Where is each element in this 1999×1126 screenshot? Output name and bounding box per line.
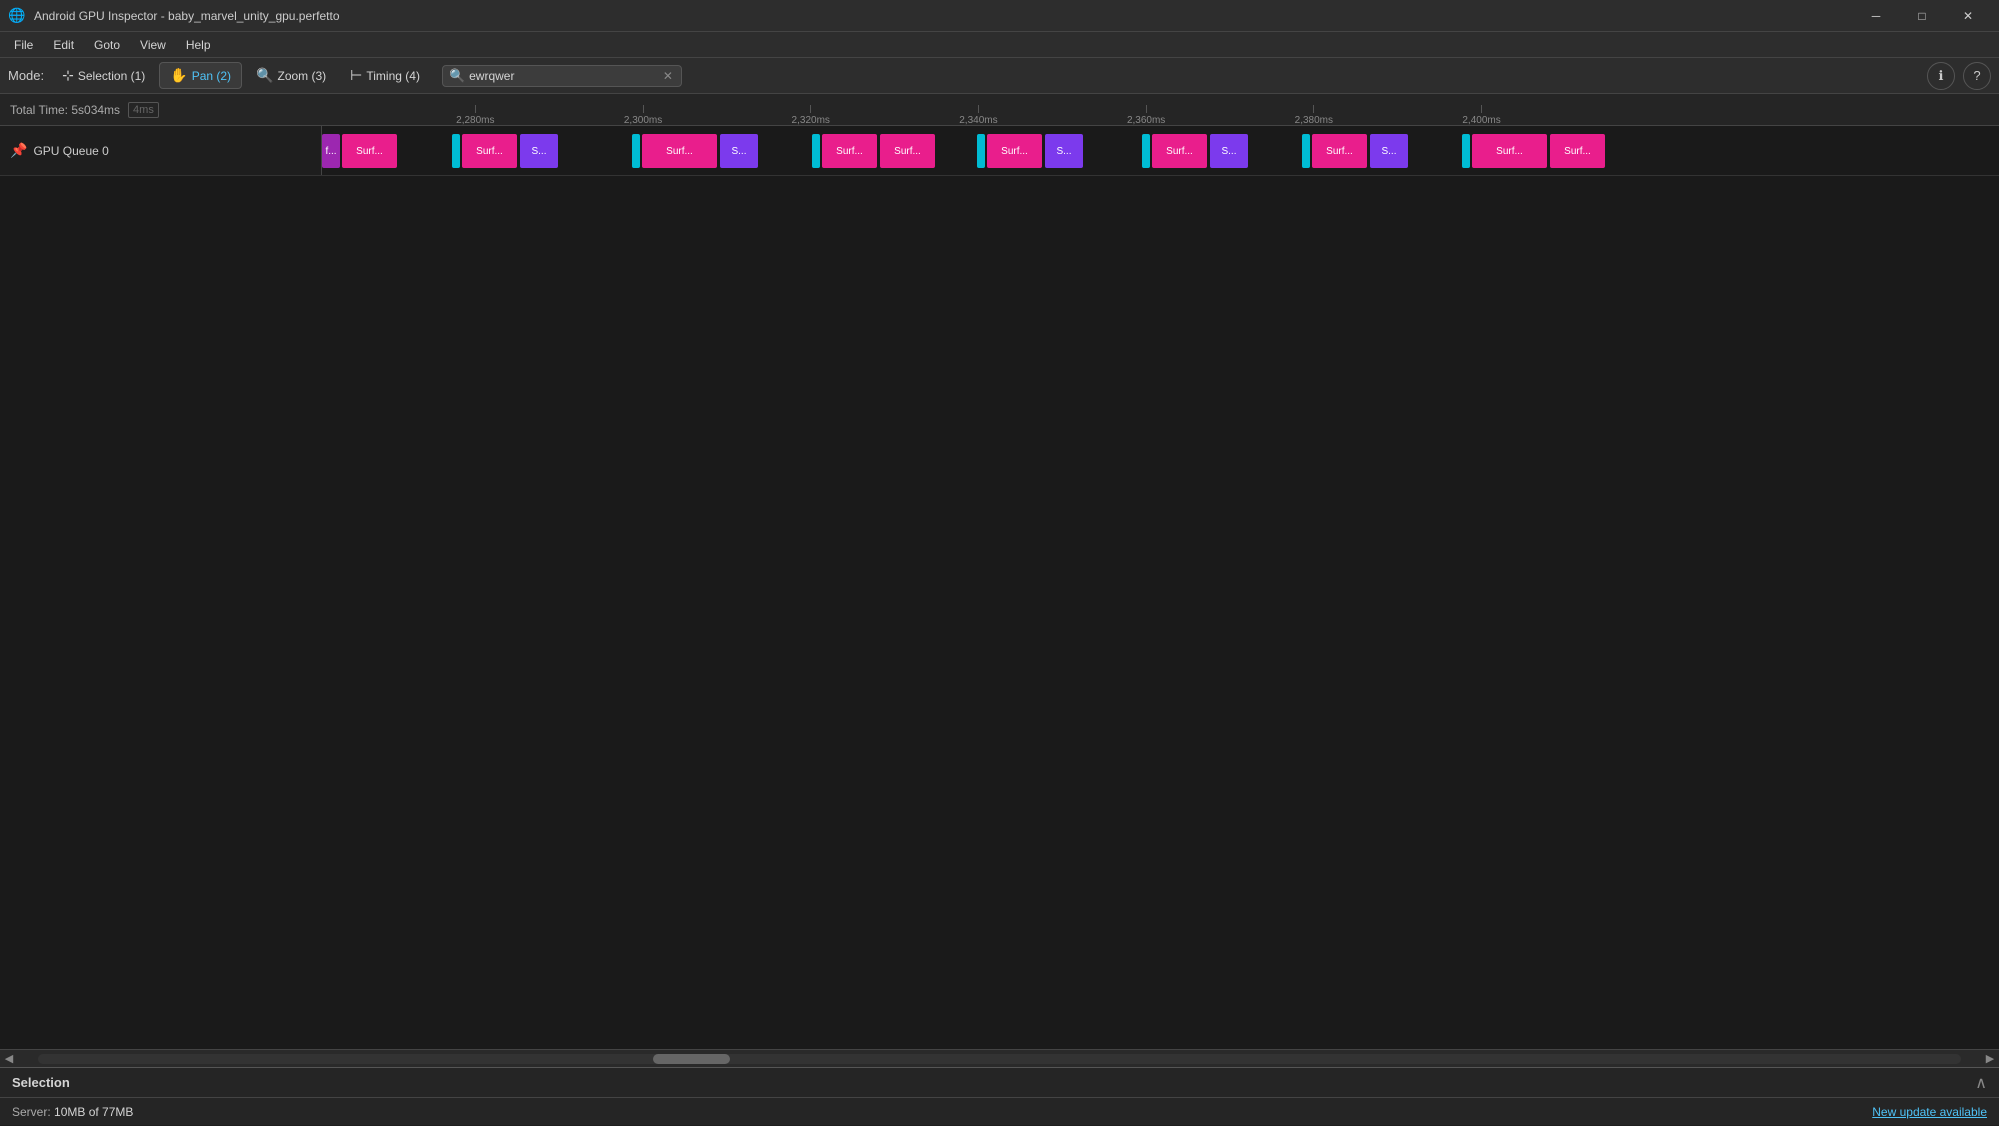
total-time-label: Total Time: 5s034ms	[10, 103, 120, 117]
server-info: Server: 10MB of 77MB	[12, 1105, 133, 1119]
gpu-block[interactable]: S...	[520, 134, 558, 168]
info-button[interactable]: ℹ	[1927, 62, 1955, 90]
bottom-panel: Selection ∧ Server: 10MB of 77MB New upd…	[0, 1067, 1999, 1125]
gpu-block[interactable]: Surf...	[1550, 134, 1605, 168]
timeline-ticks: 2,280ms 2,300ms 2,320ms 2,340ms 2,360ms 2,380…	[322, 94, 1999, 126]
mode-selection[interactable]: ⊹ Selection (1)	[52, 63, 155, 88]
gpu-block[interactable]: Surf...	[342, 134, 397, 168]
tick-mark: 2,340ms	[959, 105, 997, 126]
mode-timing[interactable]: ⊢ Timing (4)	[340, 63, 430, 88]
tick-mark: 2,280ms	[456, 105, 494, 126]
menu-view[interactable]: View	[130, 35, 176, 55]
maximize-button[interactable]: □	[1899, 0, 1945, 32]
mode-zoom-label: Zoom (3)	[277, 69, 326, 83]
mode-label: Mode:	[8, 68, 44, 83]
timing-icon: ⊢	[350, 67, 362, 84]
server-value: 10MB of 77MB	[54, 1105, 133, 1119]
scroll-left-button[interactable]: ◀	[0, 1050, 18, 1068]
menu-file[interactable]: File	[4, 35, 43, 55]
gpu-block[interactable]	[452, 134, 460, 168]
bottom-panel-header: Selection ∧	[0, 1068, 1999, 1098]
main-content: Total Time: 5s034ms 4ms 2,280ms2,300ms2,…	[0, 94, 1999, 1125]
pin-icon: 📌	[10, 142, 27, 159]
gpu-block[interactable]: Surf...	[880, 134, 935, 168]
timeline-total: Total Time: 5s034ms 4ms	[0, 102, 322, 118]
app-icon: 🌐	[8, 7, 26, 25]
tick-mark: 2,360ms	[1127, 105, 1165, 126]
server-label: Server:	[12, 1105, 54, 1119]
scrollbar-track	[38, 1054, 1961, 1064]
mode-pan[interactable]: ✋ Pan (2)	[159, 62, 242, 89]
menubar: File Edit Goto View Help	[0, 32, 1999, 58]
menu-help[interactable]: Help	[176, 35, 221, 55]
gpu-block[interactable]: S...	[1045, 134, 1083, 168]
scale-label: 4ms	[128, 102, 159, 118]
gpu-block[interactable]: S...	[1370, 134, 1408, 168]
search-container: 🔍 ✕	[442, 65, 682, 87]
mode-zoom[interactable]: 🔍 Zoom (3)	[246, 63, 336, 88]
gpu-block[interactable]: Surf...	[987, 134, 1042, 168]
gpu-block[interactable]	[977, 134, 985, 168]
tick-mark: 2,380ms	[1295, 105, 1333, 126]
mode-pan-label: Pan (2)	[192, 69, 231, 83]
gpu-block[interactable]	[632, 134, 640, 168]
track-content-gpu0[interactable]: f...Surf...Surf...S...Surf...S...Surf...…	[322, 126, 1999, 175]
close-button[interactable]: ✕	[1945, 0, 1991, 32]
gpu-block[interactable]: f...	[322, 134, 340, 168]
update-link[interactable]: New update available	[1872, 1105, 1987, 1119]
gpu-block[interactable]: S...	[1210, 134, 1248, 168]
scroll-right-button[interactable]: ▶	[1981, 1050, 1999, 1068]
mode-selection-label: Selection (1)	[78, 69, 145, 83]
tick-mark: 2,300ms	[624, 105, 662, 126]
search-clear-button[interactable]: ✕	[661, 69, 675, 83]
gpu-block[interactable]: Surf...	[1312, 134, 1367, 168]
titlebar: 🌐 Android GPU Inspector - baby_marvel_un…	[0, 0, 1999, 32]
toolbar: Mode: ⊹ Selection (1) ✋ Pan (2) 🔍 Zoom (…	[0, 58, 1999, 94]
menu-goto[interactable]: Goto	[84, 35, 130, 55]
gpu-block[interactable]: Surf...	[1152, 134, 1207, 168]
gpu-block[interactable]: Surf...	[1472, 134, 1547, 168]
scrollbar-container: ◀ ▶	[0, 1049, 1999, 1067]
gpu-block[interactable]: Surf...	[462, 134, 517, 168]
selection-title: Selection	[12, 1075, 70, 1090]
track-area: 📌 GPU Queue 0 f...Surf...Surf...S...Surf…	[0, 126, 1999, 1049]
gpu-block[interactable]: S...	[720, 134, 758, 168]
window-title: Android GPU Inspector - baby_marvel_unit…	[34, 9, 1853, 23]
tick-mark: 2,320ms	[792, 105, 830, 126]
bottom-panel-content: Server: 10MB of 77MB New update availabl…	[0, 1098, 1999, 1126]
menu-edit[interactable]: Edit	[43, 35, 84, 55]
selection-icon: ⊹	[62, 67, 74, 84]
zoom-icon: 🔍	[256, 67, 273, 84]
gpu-block[interactable]: Surf...	[822, 134, 877, 168]
gpu-block[interactable]: Surf...	[642, 134, 717, 168]
gpu-block[interactable]	[1462, 134, 1470, 168]
track-label-gpu0: 📌 GPU Queue 0	[0, 126, 322, 175]
collapse-button[interactable]: ∧	[1975, 1073, 1987, 1093]
minimize-button[interactable]: ─	[1853, 0, 1899, 32]
search-input[interactable]	[469, 69, 661, 83]
window-controls: ─ □ ✕	[1853, 0, 1991, 32]
settings-button[interactable]: ?	[1963, 62, 1991, 90]
gpu-block[interactable]	[1142, 134, 1150, 168]
pan-icon: ✋	[170, 67, 187, 84]
track-name-gpu0: GPU Queue 0	[33, 144, 108, 158]
track-row-gpu0: 📌 GPU Queue 0 f...Surf...Surf...S...Surf…	[0, 126, 1999, 176]
gpu-block[interactable]	[812, 134, 820, 168]
tick-mark: 2,400ms	[1462, 105, 1500, 126]
scrollbar-thumb[interactable]	[653, 1054, 730, 1064]
timeline-header: Total Time: 5s034ms 4ms 2,280ms2,300ms2,…	[0, 94, 1999, 126]
mode-timing-label: Timing (4)	[366, 69, 420, 83]
gpu-block[interactable]	[1302, 134, 1310, 168]
search-icon: 🔍	[449, 68, 465, 84]
